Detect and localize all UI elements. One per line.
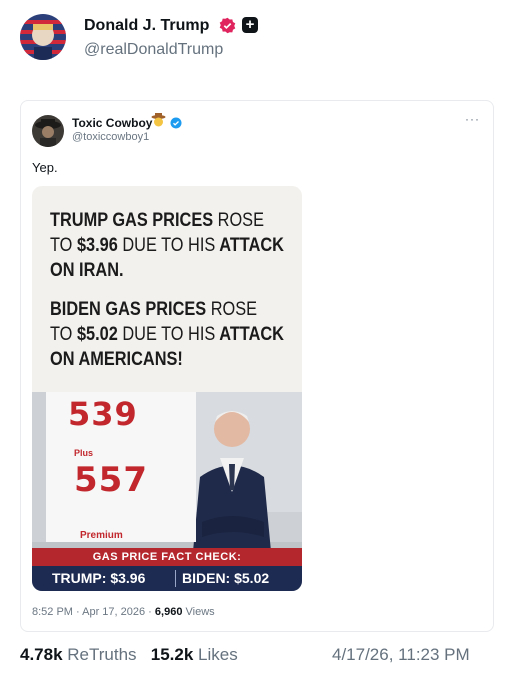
- quoted-post-meta: 8:52 PM · Apr 17, 2026 · 6,960 Views: [32, 606, 215, 618]
- author-handle[interactable]: @realDonaldTrump: [84, 41, 223, 59]
- quoted-author-avatar[interactable]: [32, 115, 64, 147]
- plus-icon: +: [242, 17, 258, 33]
- headline-biden: BIDEN GAS PRICES ROSE TO $5.02 DUE TO HI…: [50, 299, 284, 370]
- likes-count[interactable]: 15.2k: [151, 645, 194, 664]
- retruths-label[interactable]: ReTruths: [67, 645, 136, 664]
- trump-price-label: TRUMP: $3.96: [52, 570, 146, 586]
- views-label: Views: [185, 606, 215, 618]
- quoted-author-handle[interactable]: @toxiccowboy1: [72, 131, 149, 143]
- fact-check-bar: TRUMP: $3.96 BIDEN: $5.02: [32, 566, 302, 591]
- divider: [175, 570, 176, 587]
- views-count: 6,960: [154, 606, 183, 618]
- likes-label[interactable]: Likes: [198, 645, 238, 664]
- cowboy-emoji-icon: [151, 113, 166, 130]
- gas-price-sign: 539 Plus 557 Premium: [46, 392, 196, 542]
- quoted-post-text: Yep.: [32, 160, 58, 175]
- headline-trump: TRUMP GAS PRICES ROSE TO $3.96 DUE TO HI…: [50, 210, 284, 281]
- retruths-count[interactable]: 4.78k: [20, 645, 63, 664]
- fact-check-title: GAS PRICE FACT CHECK:: [32, 548, 302, 566]
- verified-badge-icon: [170, 116, 182, 129]
- author-avatar[interactable]: [20, 14, 66, 60]
- more-options-icon[interactable]: ···: [465, 112, 480, 126]
- post-timestamp: 4/17/26, 11:23 PM: [332, 645, 470, 664]
- biden-price-label: BIDEN: $5.02: [182, 570, 270, 586]
- author-name[interactable]: Donald J. Trump: [84, 17, 209, 35]
- quoted-post-image[interactable]: TRUMP GAS PRICES ROSE TO $3.96 DUE TO HI…: [32, 186, 302, 591]
- quoted-author-name[interactable]: Toxic Cowboy: [72, 116, 152, 130]
- post-stats: 4.78k ReTruths 15.2k Likes: [20, 645, 238, 665]
- quoted-post-time: 8:52 PM · Apr 17, 2026 ·: [32, 606, 155, 618]
- verified-badge-icon: [219, 17, 236, 34]
